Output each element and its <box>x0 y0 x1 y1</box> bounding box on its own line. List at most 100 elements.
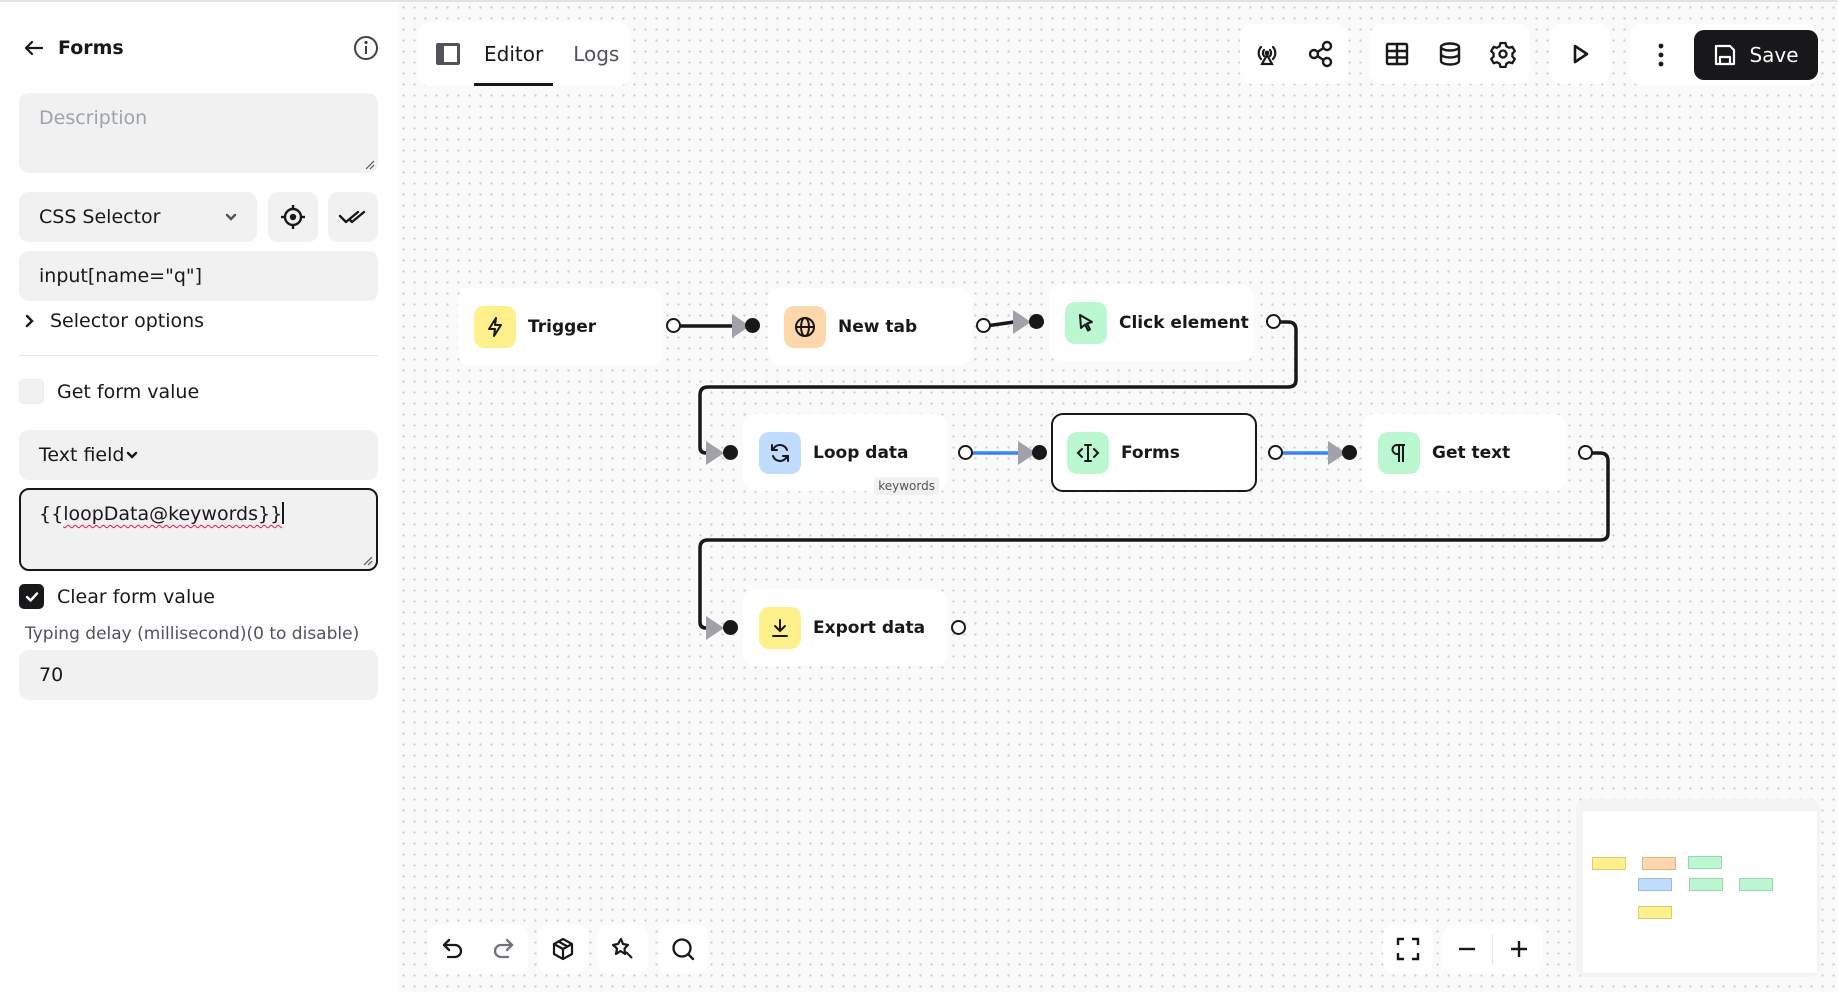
output-handle[interactable] <box>958 445 973 460</box>
data-toolbar <box>1370 24 1530 84</box>
info-icon[interactable] <box>352 34 380 62</box>
minimap-node <box>1689 878 1723 891</box>
output-handle[interactable] <box>1268 445 1283 460</box>
share-button[interactable] <box>1296 29 1346 79</box>
input-handle[interactable] <box>723 445 738 460</box>
output-handle[interactable] <box>951 620 966 635</box>
node-label: Forms <box>1121 442 1180 463</box>
get-form-value-checkbox[interactable]: Get form value <box>19 379 199 404</box>
resize-handle-icon[interactable] <box>365 160 375 170</box>
description-placeholder: Description <box>39 107 148 129</box>
output-handle[interactable] <box>666 318 681 333</box>
zoom-in-button[interactable] <box>1496 924 1542 974</box>
download-icon <box>772 618 788 637</box>
table-icon <box>1385 42 1408 66</box>
selector-value: input[name="q"] <box>39 265 203 287</box>
output-handle[interactable] <box>1266 314 1281 329</box>
minimap-node <box>1638 906 1672 919</box>
node-label: Loop data <box>813 442 909 463</box>
clear-form-value-label: Clear form value <box>57 585 215 608</box>
save-button[interactable]: Save <box>1694 30 1818 80</box>
run-button[interactable] <box>1555 29 1605 79</box>
packages-panel <box>538 924 588 974</box>
typing-delay-label: Typing delay (millisecond)(0 to disable) <box>25 624 360 644</box>
search-blocks-button[interactable] <box>658 924 708 974</box>
arrow-head <box>706 616 724 640</box>
input-handle[interactable] <box>1032 445 1047 460</box>
checkbox-unchecked[interactable] <box>19 379 44 404</box>
node-export-data[interactable]: Export data <box>743 589 947 666</box>
node-icon-bg <box>474 305 516 348</box>
workflow-canvas[interactable]: Editor Logs Save Trigger New tab Click e… <box>398 0 1838 992</box>
output-handle[interactable] <box>976 318 991 333</box>
input-handle[interactable] <box>723 620 738 635</box>
zoom-out-button[interactable] <box>1444 924 1490 974</box>
sidebar-header: Forms <box>20 32 380 64</box>
lightning-icon <box>488 316 502 337</box>
node-label: Trigger <box>528 316 597 337</box>
trigger-broadcast-button[interactable] <box>1242 29 1292 79</box>
checkbox-checked[interactable] <box>19 584 44 609</box>
minimap-node <box>1739 878 1773 891</box>
fit-view-button[interactable] <box>1383 924 1433 974</box>
minimap-node <box>1688 856 1722 869</box>
magic-wand-icon <box>611 937 633 959</box>
sidebar-title: Forms <box>58 37 124 59</box>
save-toolbar: Save <box>1630 24 1818 86</box>
node-loop-data[interactable]: Loop data keywords <box>743 414 947 495</box>
sidebar-toggle-icon[interactable] <box>434 40 462 68</box>
fit-view-panel <box>1383 924 1433 974</box>
form-value-textarea[interactable]: {{loopData@keywords}} <box>19 488 378 571</box>
tab-editor[interactable]: Editor <box>473 22 554 86</box>
selector-type-select[interactable]: CSS Selector <box>19 192 257 242</box>
auto-align-button[interactable] <box>598 924 648 974</box>
chevron-down-icon <box>225 213 237 221</box>
node-icon-bg <box>1378 431 1420 474</box>
typing-delay-input[interactable]: 70 <box>19 650 378 700</box>
back-button[interactable] <box>20 34 48 62</box>
text-cursor-icon <box>1076 443 1100 462</box>
node-trigger[interactable]: Trigger <box>458 288 662 365</box>
tab-logs[interactable]: Logs <box>573 22 619 86</box>
resize-handle-icon[interactable] <box>363 556 373 566</box>
chevron-right-icon <box>25 314 34 328</box>
share-toolbar <box>1240 24 1348 84</box>
divider <box>1492 934 1494 964</box>
minimap[interactable] <box>1576 799 1820 977</box>
description-textarea[interactable]: Description <box>19 93 378 173</box>
run-toolbar <box>1550 24 1610 84</box>
more-options-button[interactable] <box>1636 30 1686 80</box>
table-button[interactable] <box>1372 29 1422 79</box>
clear-form-value-checkbox[interactable]: Clear form value <box>19 584 215 609</box>
minimap-viewport <box>1583 811 1817 973</box>
storage-button[interactable] <box>1425 29 1475 79</box>
node-forms[interactable]: Forms <box>1051 413 1257 492</box>
share-icon <box>1308 40 1333 68</box>
packages-button[interactable] <box>538 924 588 974</box>
input-handle[interactable] <box>1029 314 1044 329</box>
node-label: Click element <box>1119 312 1249 333</box>
save-label: Save <box>1749 43 1799 67</box>
selector-input[interactable]: input[name="q"] <box>19 251 378 301</box>
node-get-text[interactable]: Get text <box>1362 414 1566 491</box>
node-new-tab[interactable]: New tab <box>768 288 972 365</box>
save-icon <box>1715 44 1736 66</box>
node-click-element[interactable]: Click element <box>1049 284 1253 361</box>
editor-tabs-panel: Editor Logs <box>418 22 630 86</box>
undo-icon <box>442 938 463 959</box>
search-icon <box>672 938 695 961</box>
settings-button[interactable] <box>1478 29 1528 79</box>
more-vertical-icon <box>1658 43 1664 67</box>
node-icon-bg <box>759 431 801 474</box>
get-form-value-label: Get form value <box>57 380 200 403</box>
redo-button[interactable] <box>483 924 523 974</box>
verify-selector-button[interactable] <box>328 192 378 242</box>
form-type-select[interactable]: Text field <box>19 430 378 480</box>
output-handle[interactable] <box>1578 445 1593 460</box>
history-toolbar <box>428 924 528 974</box>
input-handle[interactable] <box>1342 445 1357 460</box>
undo-button[interactable] <box>433 924 473 974</box>
select-element-button[interactable] <box>268 192 318 242</box>
selector-options-toggle[interactable]: Selector options <box>22 307 204 335</box>
input-handle[interactable] <box>745 318 760 333</box>
